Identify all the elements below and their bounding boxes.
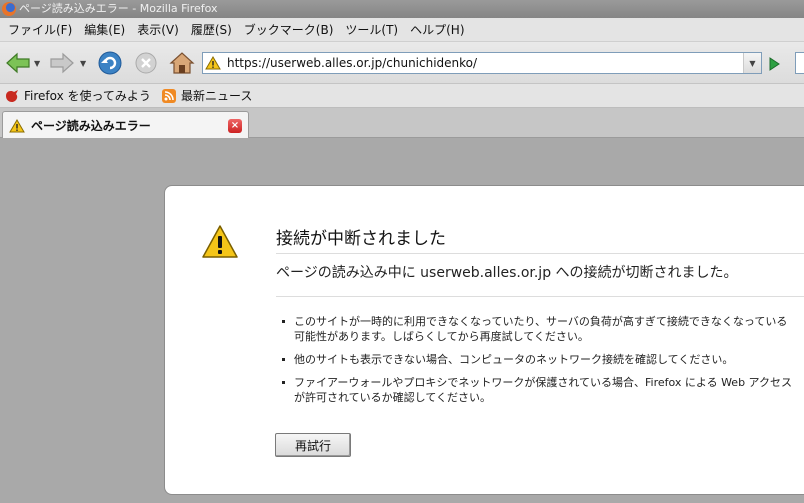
menu-file[interactable]: ファイル(F)	[2, 18, 78, 42]
go-button[interactable]	[764, 54, 784, 74]
list-item: ファイアーウォールやプロキシでネットワークが保護されている場合、Firefox …	[276, 375, 796, 405]
tab-warning-icon	[9, 118, 25, 132]
rss-icon	[161, 88, 176, 103]
tab-strip: ページ読み込みエラー ×	[0, 108, 804, 139]
menu-help[interactable]: ヘルプ(H)	[404, 18, 470, 42]
menu-view[interactable]: 表示(V)	[131, 18, 185, 42]
menu-tools[interactable]: ツール(T)	[339, 18, 404, 42]
window-title: ページ読み込みエラー - Mozilla Firefox	[19, 2, 218, 15]
menu-bookmarks[interactable]: ブックマーク(B)	[238, 18, 340, 42]
back-dropdown-icon[interactable]: ▼	[34, 59, 42, 68]
menu-bar: ファイル(F) 編集(E) 表示(V) 履歴(S) ブックマーク(B) ツール(…	[0, 18, 804, 42]
bookmark-firefox-guide[interactable]: Firefox を使ってみよう	[4, 87, 151, 104]
bookmarks-toolbar: Firefox を使ってみよう 最新ニュース	[0, 84, 804, 108]
close-tab-icon[interactable]: ×	[228, 118, 242, 133]
large-warning-icon	[202, 225, 238, 258]
warning-icon	[203, 53, 223, 73]
retry-button[interactable]: 再試行	[275, 433, 351, 457]
firefox-logo-icon	[2, 2, 16, 16]
list-item: このサイトが一時的に利用できなくなっていたり、サーバの負荷が高すぎて接続できなく…	[276, 314, 796, 344]
reload-button[interactable]	[96, 49, 124, 77]
reload-icon	[98, 51, 122, 75]
home-button[interactable]	[168, 49, 196, 77]
menu-history[interactable]: 履歴(S)	[185, 18, 238, 42]
page-content: 接続が中断されました ページの読み込み中に userweb.alles.or.j…	[0, 138, 804, 503]
url-history-dropdown-icon[interactable]: ▼	[743, 53, 761, 73]
error-suggestions-list: このサイトが一時的に利用できなくなっていたり、サーバの負荷が高すぎて接続できなく…	[276, 314, 796, 413]
divider	[276, 296, 804, 297]
firefox-window: ページ読み込みエラー - Mozilla Firefox ファイル(F) 編集(…	[0, 0, 804, 503]
forward-icon	[50, 52, 74, 74]
bookmark-label: 最新ニュース	[180, 89, 253, 103]
error-page-container: 接続が中断されました ページの読み込み中に userweb.alles.or.j…	[164, 185, 804, 495]
forward-button[interactable]	[48, 49, 76, 77]
stop-button[interactable]	[132, 49, 160, 77]
title-bar: ページ読み込みエラー - Mozilla Firefox	[0, 0, 804, 18]
list-item: 他のサイトも表示できない場合、コンピュータのネットワーク接続を確認してください。	[276, 352, 796, 367]
tab-page-load-error[interactable]: ページ読み込みエラー ×	[2, 111, 249, 139]
back-button[interactable]	[4, 49, 32, 77]
tab-label: ページ読み込みエラー	[31, 119, 151, 133]
bookmark-label: Firefox を使ってみよう	[24, 89, 151, 103]
home-icon	[169, 52, 195, 74]
stop-icon	[135, 52, 157, 74]
error-short-description: ページの読み込み中に userweb.alles.or.jp への接続が切断され…	[276, 265, 738, 281]
url-bar[interactable]: https://userweb.alles.or.jp/chunichidenk…	[202, 52, 762, 74]
go-icon	[769, 57, 780, 71]
forward-dropdown-icon[interactable]: ▼	[80, 59, 88, 68]
back-icon	[6, 52, 30, 74]
search-box[interactable]	[795, 52, 804, 74]
url-input[interactable]: https://userweb.alles.or.jp/chunichidenk…	[223, 56, 743, 70]
navigation-toolbar: ▼ ▼ https://userweb.alles.or.jp/chunichi…	[0, 42, 804, 84]
firefox-bookmark-icon	[6, 89, 18, 102]
bookmark-latest-news[interactable]: 最新ニュース	[161, 87, 252, 104]
error-title: 接続が中断されました	[276, 224, 804, 254]
menu-edit[interactable]: 編集(E)	[78, 18, 131, 42]
